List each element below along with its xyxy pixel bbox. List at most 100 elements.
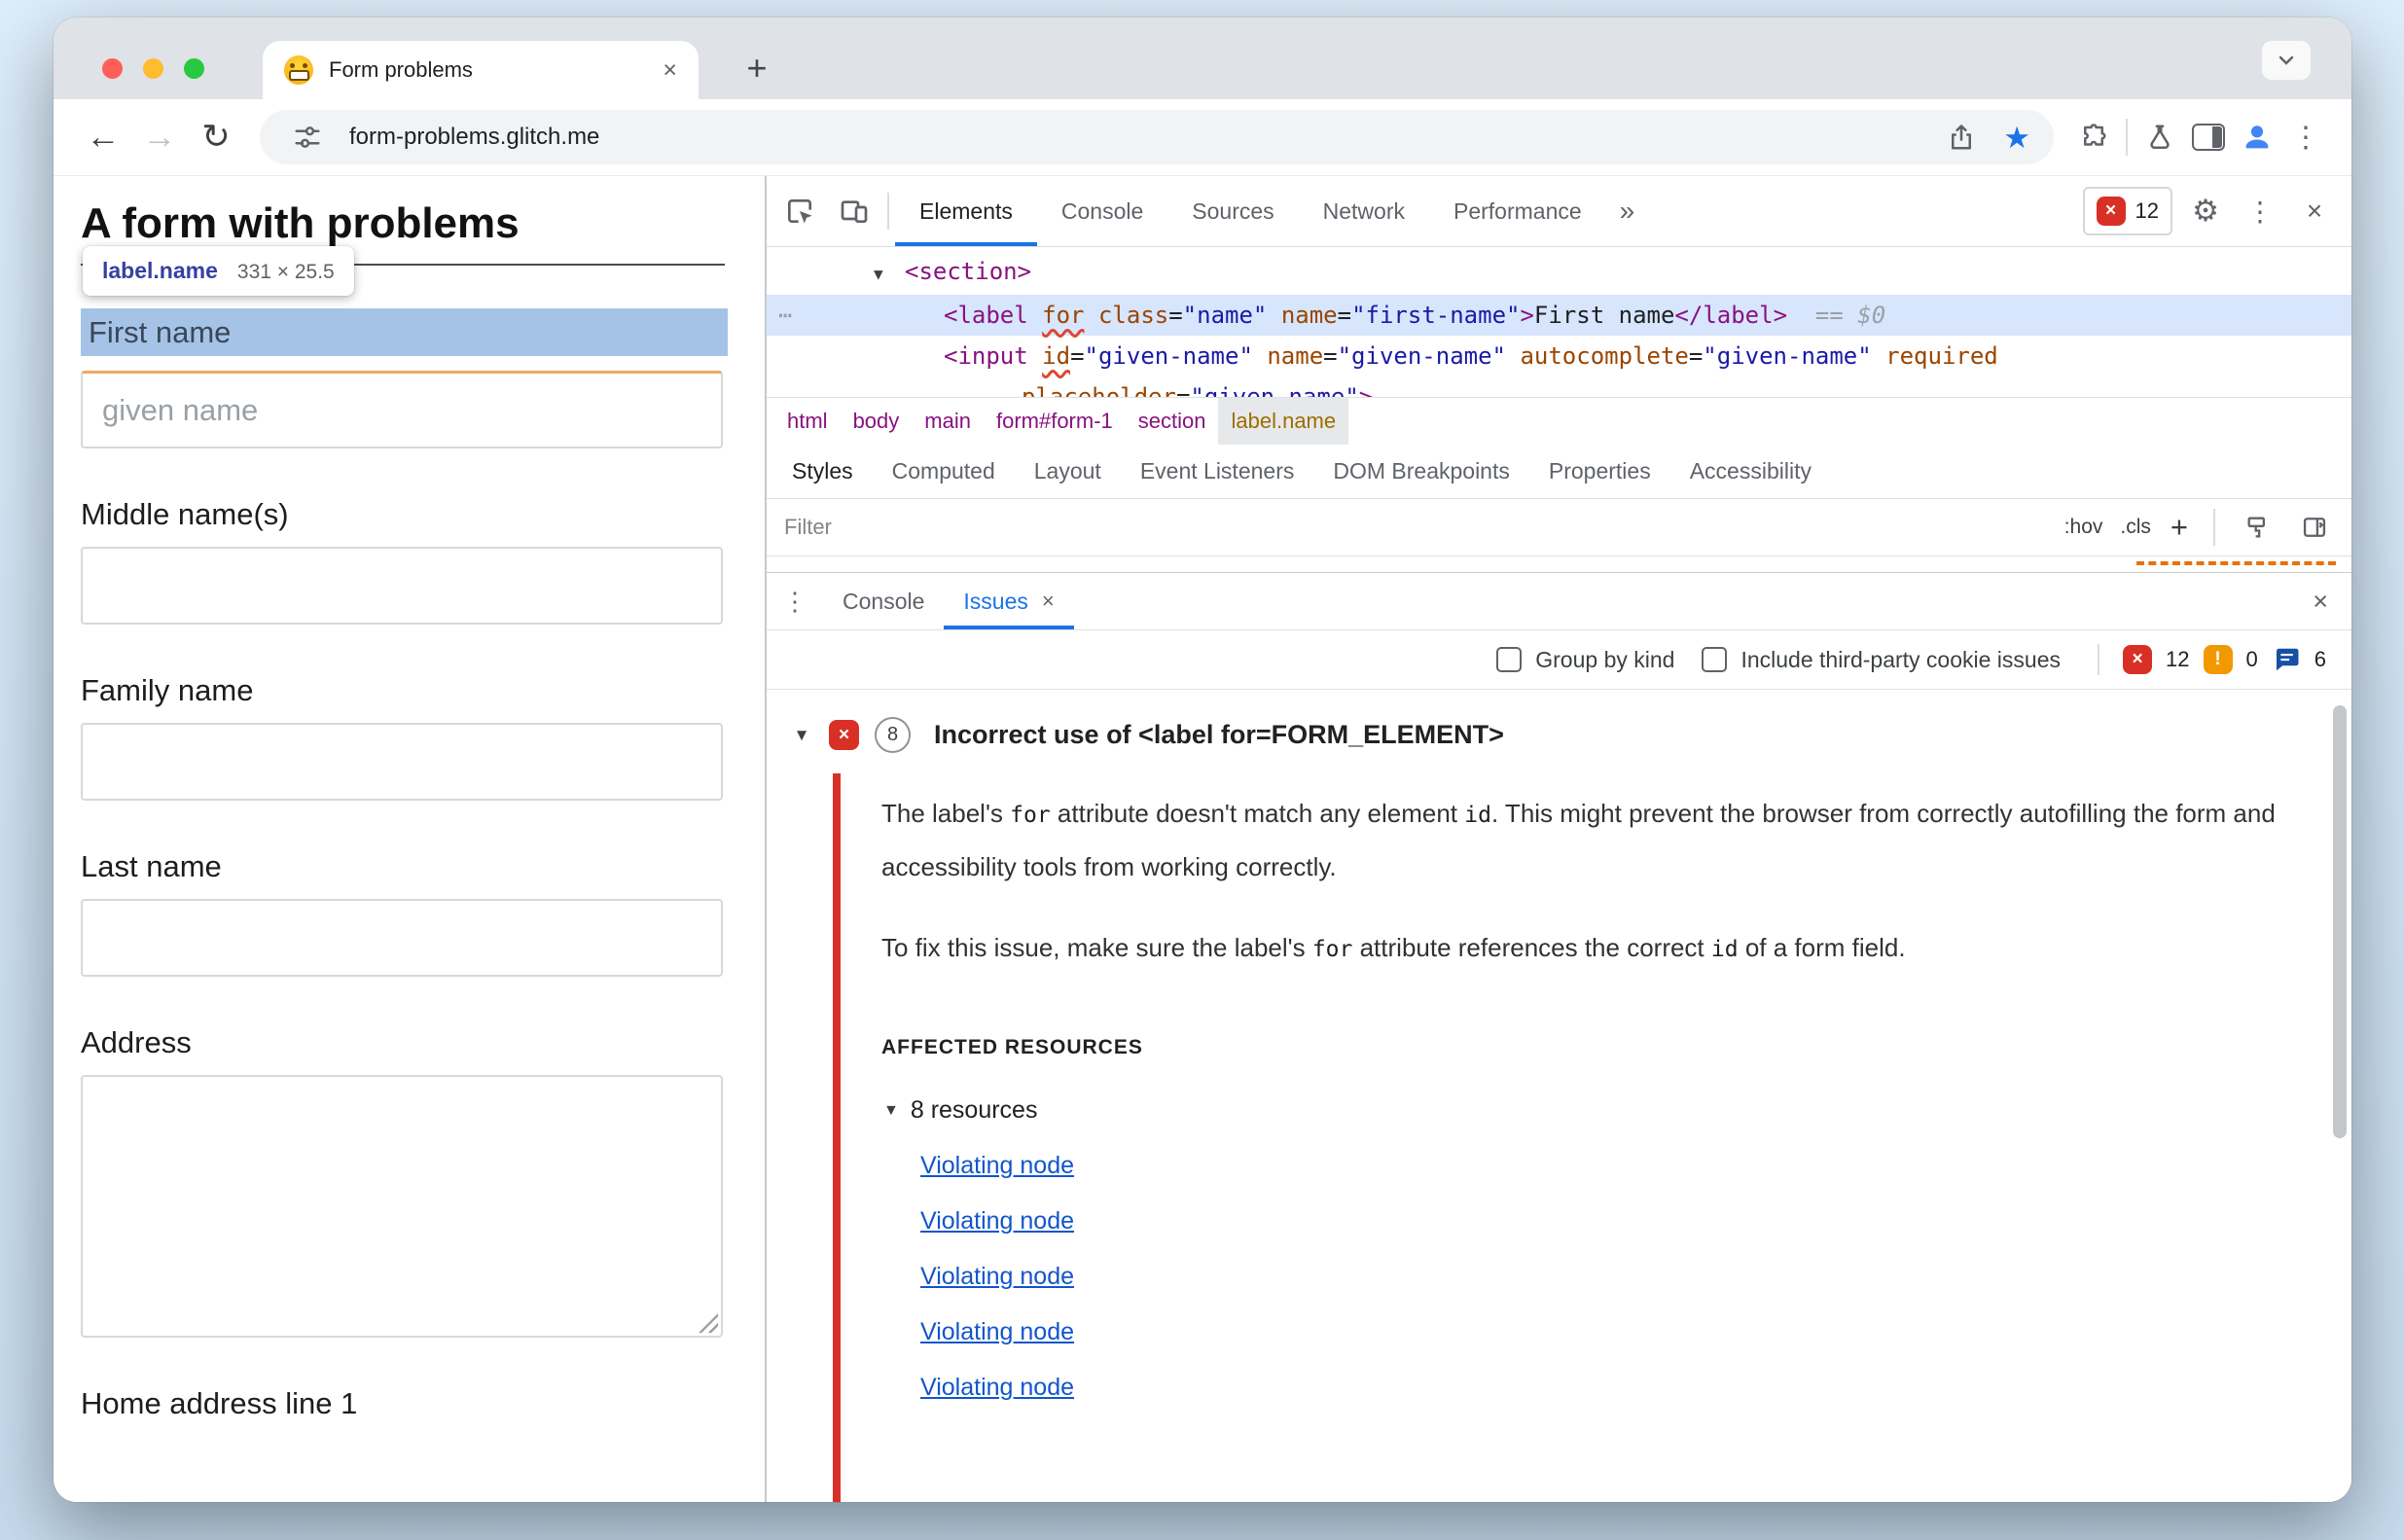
toolbar-divider bbox=[887, 193, 889, 230]
drawer-tab-issues[interactable]: Issues × bbox=[944, 573, 1073, 629]
reload-button[interactable]: ↻ bbox=[188, 109, 244, 165]
filter-input[interactable]: Filter bbox=[784, 515, 2047, 540]
dom-node-input-wrapped[interactable]: placeholder="given-name"> bbox=[767, 376, 2351, 397]
violating-node-link[interactable]: Violating node bbox=[920, 1152, 1074, 1180]
third-party-cookies-checkbox[interactable] bbox=[1702, 647, 1728, 672]
crumb-body[interactable]: body bbox=[841, 398, 913, 445]
tab-sources[interactable]: Sources bbox=[1167, 176, 1298, 246]
back-button[interactable]: ← bbox=[75, 109, 131, 165]
family-name-input[interactable] bbox=[81, 723, 723, 801]
forward-button[interactable]: → bbox=[131, 109, 188, 165]
flask-icon[interactable] bbox=[2135, 113, 2184, 161]
crumb-main[interactable]: main bbox=[912, 398, 984, 445]
textarea-resize-handle[interactable] bbox=[699, 1313, 718, 1333]
tab-elements[interactable]: Elements bbox=[895, 176, 1037, 246]
crumb-html[interactable]: html bbox=[774, 398, 841, 445]
drawer-tab-bar: ⋮ Console Issues × × bbox=[767, 573, 2351, 630]
dom-node-input[interactable]: <input id="given-name" name="given-name"… bbox=[767, 336, 2351, 376]
tab-performance[interactable]: Performance bbox=[1429, 176, 1606, 246]
given-name-input[interactable]: given name bbox=[81, 371, 723, 448]
tab-console[interactable]: Console bbox=[1037, 176, 1167, 246]
tab-properties[interactable]: Properties bbox=[1529, 445, 1670, 498]
violating-node-link[interactable]: Violating node bbox=[920, 1263, 1074, 1291]
tooltip-selector: label.name bbox=[102, 258, 218, 283]
address-textarea[interactable] bbox=[81, 1075, 723, 1338]
tab-styles[interactable]: Styles bbox=[772, 445, 873, 498]
dom-node-label-selected[interactable]: ⋯ <label for class="name" name="first-nam… bbox=[767, 295, 2351, 336]
issue-description-1: The label's for attribute doesn't match … bbox=[881, 799, 2276, 881]
node-menu-dots-icon[interactable]: ⋯ bbox=[778, 295, 792, 336]
crumb-label-selected[interactable]: label.name bbox=[1218, 398, 1349, 445]
tab-computed[interactable]: Computed bbox=[873, 445, 1015, 498]
hover-state-toggle[interactable]: :hov bbox=[2064, 516, 2103, 539]
drawer-menu-kebab-icon[interactable]: ⋮ bbox=[767, 573, 823, 629]
traffic-lights bbox=[102, 58, 204, 79]
settings-gear-icon[interactable]: ⚙ bbox=[2178, 176, 2233, 246]
browser-tab[interactable]: Form problems × bbox=[263, 41, 699, 99]
titlebar: Form problems × + bbox=[54, 18, 2351, 99]
errors-icon: × bbox=[2123, 645, 2153, 674]
messages-count: 6 bbox=[2314, 647, 2326, 671]
home-address-line1-label: Home address line 1 bbox=[81, 1386, 358, 1420]
side-panel-icon[interactable] bbox=[2184, 113, 2233, 161]
drawer-scrollbar[interactable] bbox=[2333, 705, 2347, 1138]
counts-divider bbox=[2098, 644, 2100, 675]
tab-close-icon[interactable]: × bbox=[663, 56, 677, 85]
dom-node-section[interactable]: ▼ <section> bbox=[767, 251, 2351, 295]
close-window-button[interactable] bbox=[102, 58, 123, 79]
address-bar[interactable]: form-problems.glitch.me ★ bbox=[260, 110, 2054, 164]
toolbar-divider bbox=[2126, 119, 2128, 156]
resources-group[interactable]: ▼ 8 resources bbox=[883, 1096, 2351, 1125]
expand-caret-icon[interactable]: ▼ bbox=[874, 254, 905, 295]
share-icon[interactable] bbox=[1937, 113, 1986, 161]
zoom-window-button[interactable] bbox=[184, 58, 204, 79]
last-name-input[interactable] bbox=[81, 899, 723, 977]
drawer-tab-console[interactable]: Console bbox=[823, 573, 944, 629]
browser-menu-kebab-icon[interactable]: ⋮ bbox=[2281, 113, 2330, 161]
window-content: A form with problems label.name 331 × 25… bbox=[54, 176, 2351, 1502]
extensions-icon[interactable] bbox=[2069, 113, 2118, 161]
styles-filter-bar: Filter :hov .cls + bbox=[767, 499, 2351, 556]
crumb-form[interactable]: form#form-1 bbox=[984, 398, 1126, 445]
bookmark-star-icon[interactable]: ★ bbox=[2003, 123, 2030, 153]
device-toolbar-icon[interactable] bbox=[827, 176, 881, 246]
more-tabs-icon[interactable]: » bbox=[1606, 176, 1649, 246]
minimize-window-button[interactable] bbox=[143, 58, 163, 79]
tab-accessibility[interactable]: Accessibility bbox=[1670, 445, 1831, 498]
devtools-menu-kebab-icon[interactable]: ⋮ bbox=[2233, 176, 2287, 246]
tab-search-chevron-icon[interactable] bbox=[2262, 41, 2311, 80]
crumb-section[interactable]: section bbox=[1126, 398, 1219, 445]
messages-icon bbox=[2272, 645, 2301, 674]
address-label: Address bbox=[81, 1025, 192, 1059]
middle-name-input[interactable] bbox=[81, 547, 723, 625]
given-name-placeholder: given name bbox=[102, 392, 259, 427]
inspect-element-icon[interactable] bbox=[772, 176, 827, 246]
violating-node-link[interactable]: Violating node bbox=[920, 1318, 1074, 1346]
profile-avatar[interactable] bbox=[2233, 113, 2281, 161]
rendering-emulation-icon[interactable] bbox=[2239, 514, 2278, 541]
violating-node-link[interactable]: Violating node bbox=[920, 1207, 1074, 1236]
tab-network[interactable]: Network bbox=[1299, 176, 1429, 246]
tab-dom-breakpoints[interactable]: DOM Breakpoints bbox=[1313, 445, 1529, 498]
group-by-kind-checkbox[interactable] bbox=[1496, 647, 1523, 672]
devtools-drawer: ⋮ Console Issues × × Group by kind Inclu… bbox=[767, 572, 2351, 1502]
violating-node-link[interactable]: Violating node bbox=[920, 1374, 1074, 1402]
new-style-rule-button[interactable]: + bbox=[2171, 510, 2188, 545]
issue-expand-caret-icon[interactable]: ▼ bbox=[790, 726, 813, 745]
first-name-label-highlighted: First name bbox=[81, 308, 728, 356]
issues-tab-close-icon[interactable]: × bbox=[1042, 589, 1055, 614]
devtools-close-icon[interactable]: × bbox=[2287, 176, 2342, 246]
issues-counter-button[interactable]: × 12 bbox=[2082, 187, 2172, 235]
inspect-tooltip: label.name 331 × 25.5 bbox=[83, 246, 354, 296]
computed-panel-toggle-icon[interactable] bbox=[2295, 514, 2334, 541]
drawer-close-icon[interactable]: × bbox=[2289, 573, 2351, 629]
tab-layout[interactable]: Layout bbox=[1015, 445, 1121, 498]
resources-caret-icon[interactable]: ▼ bbox=[883, 1102, 899, 1120]
issue-header[interactable]: ▼ × 8 Incorrect use of <label for=FORM_E… bbox=[767, 690, 2351, 753]
new-tab-button[interactable]: + bbox=[735, 46, 779, 90]
tab-event-listeners[interactable]: Event Listeners bbox=[1121, 445, 1314, 498]
url-text[interactable]: form-problems.glitch.me bbox=[349, 124, 599, 151]
site-settings-icon[interactable] bbox=[283, 113, 332, 161]
class-toggle[interactable]: .cls bbox=[2120, 516, 2151, 539]
last-name-label: Last name bbox=[81, 849, 222, 883]
